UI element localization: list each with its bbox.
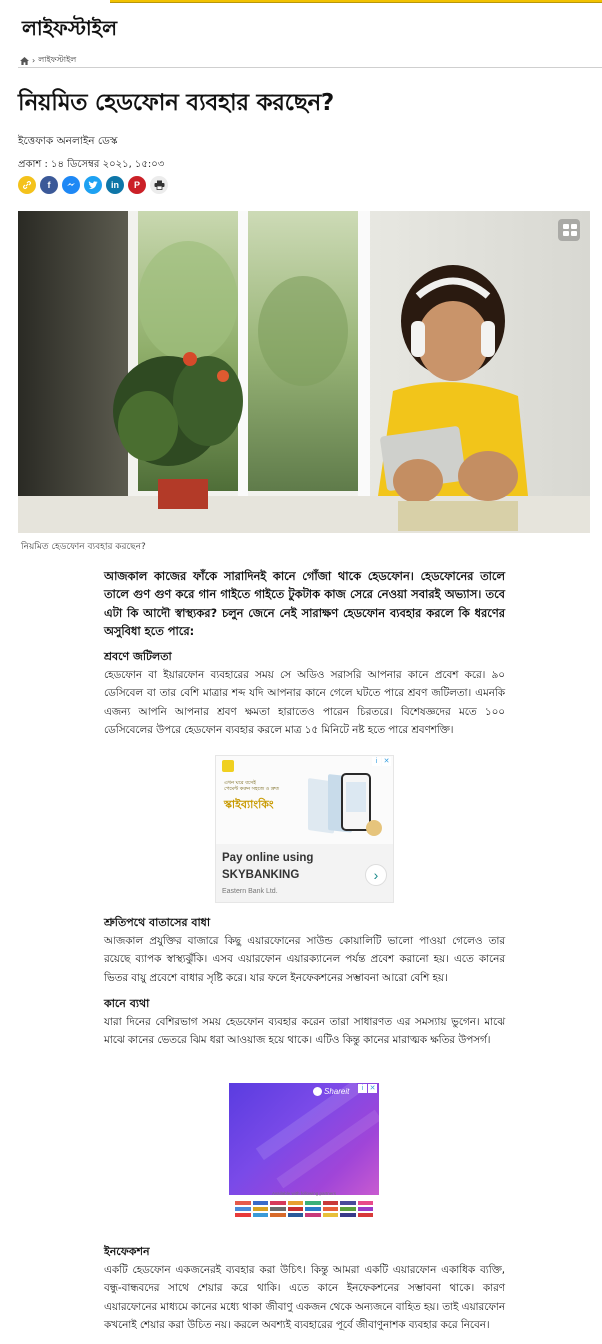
messenger-icon[interactable] [62, 176, 80, 194]
ad1-headline-2: SKYBANKING [222, 869, 300, 881]
ad-close-icon[interactable]: ✕ [382, 757, 391, 766]
gallery-icon[interactable] [558, 219, 580, 241]
print-icon[interactable] [150, 176, 168, 194]
shareit-logo-icon [313, 1087, 322, 1096]
section-heading-air: শ্রুতিপথে বাতাসের বাধা [104, 916, 211, 929]
image-caption: নিয়মিত হেডফোন ব্যবহার করছেন? [21, 542, 146, 552]
section-body-pain: যারা দিনের বেশিরভাগ সময় হেডফোন ব্যবহার … [104, 1016, 505, 1047]
ad1-advertiser: Eastern Bank Ltd. [222, 888, 278, 895]
ad2-close-icon[interactable]: ✕ [368, 1084, 377, 1093]
phone-mockup-icon [308, 773, 382, 836]
section-heading-pain: কানে ব্যথা [104, 997, 150, 1010]
section-body-infection: একটি হেডফোন একজনেরই ব্যবহার করা উচিৎ। কি… [104, 1264, 505, 1331]
section-body-air: আজকাল প্রযুক্তির বাজারে কিছু এয়ারফোনের … [104, 935, 505, 984]
ad1-headline-1: Pay online using [222, 852, 314, 864]
breadcrumb-separator: › [32, 56, 36, 65]
header-divider [18, 67, 602, 68]
section-body-hearing: হেডফোন বা ইয়ারফোন ব্যবহারের সময় সে অডি… [104, 669, 505, 736]
child-with-headphones-photo [18, 211, 590, 533]
copy-link-icon[interactable] [18, 176, 36, 194]
article-hero-image [18, 211, 590, 533]
ad1-cta-button[interactable]: › [365, 864, 387, 886]
share-buttons: f in P [18, 176, 168, 194]
shareit-logo-text: Shareit [324, 1087, 350, 1096]
article-byline: ইত্তেফাক অনলাইন ডেস্ক [18, 135, 118, 147]
breadcrumb: › লাইফস্টাইল [20, 54, 76, 67]
ad2-info-icon[interactable]: i [358, 1084, 367, 1093]
ad1-product: স্কাইব্যাংকিং [224, 798, 274, 811]
ad-choices[interactable]: i ✕ [372, 757, 391, 766]
linkedin-icon[interactable]: in [106, 176, 124, 194]
section-heading-infection: ইনফেকশন [104, 1245, 150, 1258]
home-icon[interactable] [20, 56, 29, 65]
partner-logos [235, 1201, 373, 1217]
publish-date: প্রকাশ : ১৪ ডিসেম্বর ২০২১, ১৫:০৩ [18, 159, 165, 170]
shareit-logo: Shareit [313, 1087, 349, 1096]
article-headline: নিয়মিত হেডফোন ব্যবহার করছেন? [18, 90, 334, 116]
section-title[interactable]: লাইফস্টাইল [22, 14, 117, 47]
facebook-icon[interactable]: f [40, 176, 58, 194]
ad2-choices[interactable]: i ✕ [358, 1084, 377, 1093]
ad-info-icon[interactable]: i [372, 757, 381, 766]
ebl-logo-icon [222, 760, 234, 772]
skybanking-ad[interactable]: এখন ঘরে বসেই পেমেন্ট করুন সহজে ও দ্রুত স… [215, 755, 394, 903]
ad2-partners-label: Available with following partners [272, 1191, 336, 1196]
shareit-ad[interactable]: Shareit Available with following partner… [229, 1083, 379, 1228]
ad1-brand-line: এখন ঘরে বসেই পেমেন্ট করুন সহজে ও দ্রুত [224, 780, 280, 792]
article-lead: আজকাল কাজের ফাঁকে সারাদিনই কানে গোঁজা থা… [104, 569, 505, 638]
section-heading-hearing: শ্রবণে জটিলতা [104, 650, 172, 663]
top-ad-banner-strip[interactable] [110, 0, 602, 3]
twitter-icon[interactable] [84, 176, 102, 194]
pinterest-icon[interactable]: P [128, 176, 146, 194]
breadcrumb-current[interactable]: লাইফস্টাইল [38, 54, 76, 67]
